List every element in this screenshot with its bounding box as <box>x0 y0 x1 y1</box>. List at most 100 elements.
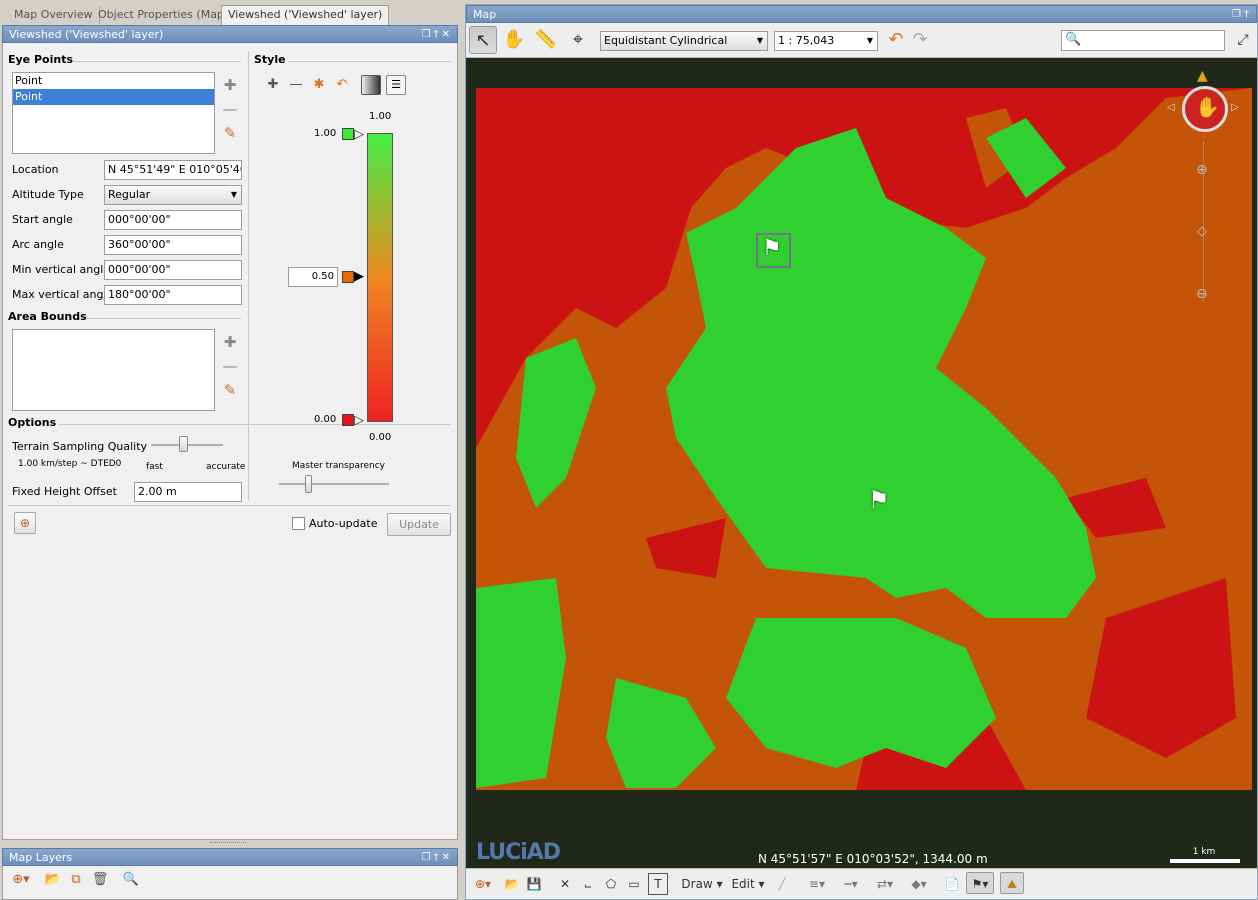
reset-stop-icon[interactable]: ✱ <box>310 76 328 94</box>
gradient-mode-icon[interactable] <box>361 75 381 95</box>
stepped-mode-icon[interactable]: ☰ <box>386 75 406 95</box>
open-icon[interactable]: 📂 <box>502 873 522 895</box>
max-vertical-angle-field[interactable]: 180°00'00" <box>104 285 242 305</box>
ruler-tool-icon[interactable]: 📏 <box>532 26 560 54</box>
area-bounds-list[interactable] <box>12 329 215 411</box>
import-layer-icon[interactable]: ⧉ <box>67 871 85 889</box>
section-divider <box>8 505 451 506</box>
draw-menu[interactable]: Draw ▾ <box>680 873 724 895</box>
open-layer-icon[interactable]: 📂 <box>44 871 62 889</box>
color-gradient-bar <box>367 133 393 422</box>
north-arrow-icon[interactable]: ▲ <box>1197 68 1208 84</box>
select-tool-icon[interactable]: ↖ <box>469 26 497 54</box>
add-layer-icon[interactable]: ⊕▾ <box>12 871 30 889</box>
text-icon[interactable]: T <box>648 873 668 895</box>
projection-select[interactable]: Equidistant Cylindrical ▼ <box>600 31 768 51</box>
map-layers-panel: ⊕▾ 📂 ⧉ 🗑 🔍 <box>2 866 458 900</box>
splitter-handle[interactable] <box>210 842 246 845</box>
edit-area-bound-icon[interactable]: ✎ <box>222 382 238 398</box>
terrain-sampling-slider[interactable] <box>151 435 223 455</box>
remove-stop-icon[interactable]: — <box>287 76 305 94</box>
eye-point-flag-icon[interactable]: ⚑ <box>868 486 890 514</box>
arrow-style-icon[interactable]: ⇄▾ <box>870 873 900 895</box>
brush-icon[interactable]: ╱ <box>772 873 792 895</box>
slider-track <box>279 483 389 485</box>
list-item[interactable]: Point <box>13 73 214 89</box>
auto-update-checkbox[interactable] <box>292 517 305 530</box>
panel-window-buttons[interactable]: ❐†✕ <box>422 849 453 867</box>
eye-points-list[interactable]: Point Point <box>12 72 215 154</box>
chevron-down-icon: ▼ <box>230 190 237 199</box>
panel-window-buttons[interactable]: ❐†✕ <box>422 26 453 44</box>
eye-point-flag-icon[interactable]: ⚑ <box>762 236 782 261</box>
save-icon[interactable]: 💾 <box>524 873 544 895</box>
remove-eye-point-icon[interactable]: — <box>222 101 238 117</box>
list-item-selected[interactable]: Point <box>13 89 214 105</box>
zoom-out-icon[interactable]: ⊖ <box>1196 286 1208 302</box>
add-eye-point-icon[interactable]: ✚ <box>222 77 238 93</box>
line-style-icon[interactable]: ┅▾ <box>836 873 866 895</box>
stop-mid-marker[interactable]: ▶ <box>354 269 364 284</box>
document-icon[interactable]: 📄 <box>942 873 962 895</box>
undo-icon[interactable]: ↶ <box>333 76 351 94</box>
tab-map-overview[interactable]: Map Overview <box>8 6 100 24</box>
add-area-bound-icon[interactable]: ✚ <box>222 334 238 350</box>
fixed-height-offset-field[interactable]: 2.00 m <box>134 482 242 502</box>
add-stop-icon[interactable]: ✚ <box>264 76 282 94</box>
stop-low-marker[interactable]: ▷ <box>354 413 364 428</box>
fill-icon[interactable]: ◆▾ <box>904 873 934 895</box>
start-angle-field[interactable]: 000°00'00" <box>104 210 242 230</box>
new-layer-icon[interactable]: ⊕▾ <box>470 873 496 895</box>
stop-mid-swatch[interactable] <box>342 271 354 283</box>
terrain-tool-icon[interactable]: ⛰ <box>1000 872 1024 894</box>
location-field[interactable]: N 45°51'49" E 010°05'46" <box>104 160 242 180</box>
stop-low-swatch[interactable] <box>342 414 354 426</box>
edit-menu[interactable]: Edit ▾ <box>728 873 768 895</box>
scale-select[interactable]: 1 : 75,043 ▼ <box>774 31 878 51</box>
polygon-icon[interactable]: ⬠ <box>601 873 621 895</box>
crosshair-tool-icon[interactable]: ⌖ <box>564 26 592 54</box>
rotate-left-icon[interactable]: ◁ <box>1167 102 1175 113</box>
rectangle-icon[interactable]: ▭ <box>624 873 644 895</box>
pan-tool-icon[interactable]: ✋ <box>500 26 528 54</box>
scale-bar-label: 1 km <box>1192 847 1216 857</box>
viewshed-panel-title: Viewshed ('Viewshed' layer) <box>9 28 164 41</box>
arc-angle-field[interactable]: 360°00'00" <box>104 235 242 255</box>
delete-layer-icon[interactable]: 🗑 <box>91 871 109 889</box>
redo-view-icon[interactable]: ↷ <box>906 26 934 54</box>
flag-tool-icon[interactable]: ⚑▾ <box>966 872 994 894</box>
min-vertical-angle-field[interactable]: 000°00'00" <box>104 260 242 280</box>
update-button[interactable]: Update <box>387 513 451 536</box>
search-input[interactable] <box>1084 32 1220 49</box>
stop-high-marker[interactable]: ▷ <box>354 127 364 142</box>
altitude-type-label: Altitude Type <box>12 188 84 201</box>
delete-icon[interactable]: ✕ <box>556 873 574 895</box>
stop-high-swatch[interactable] <box>342 128 354 140</box>
zoom-in-icon[interactable]: ⊕ <box>1196 162 1208 178</box>
rotate-right-icon[interactable]: ▷ <box>1231 102 1239 113</box>
pan-hand-icon[interactable]: ✋ <box>1195 95 1220 119</box>
search-box[interactable]: 🔍 <box>1061 30 1225 51</box>
edit-eye-point-icon[interactable]: ✎ <box>222 125 238 141</box>
stop-mid-value-field[interactable]: 0.50 <box>288 267 338 287</box>
compass-ring[interactable]: ✋ <box>1182 86 1228 132</box>
tab-object-properties[interactable]: Object Properties (Map) <box>92 6 236 24</box>
zoom-to-layer-icon[interactable]: 🔍 <box>122 871 140 889</box>
zoom-handle-icon[interactable]: ◇ <box>1197 224 1207 239</box>
fullscreen-icon[interactable]: ⤢ <box>1229 26 1257 54</box>
master-transparency-label: Master transparency <box>292 461 385 471</box>
map-canvas[interactable]: ⚑ ⚑ ▲ ✋ ◁ ▷ ⊕ ◇ ⊖ LUCiAD N 45°51'57" E 0… <box>466 58 1257 868</box>
polyline-icon[interactable]: ⨽ <box>578 873 598 895</box>
chevron-down-icon: ▼ <box>756 36 763 45</box>
panel-window-buttons[interactable]: ❐† <box>1232 6 1252 24</box>
slider-thumb[interactable] <box>305 475 312 493</box>
slider-thumb[interactable] <box>179 436 188 452</box>
remove-area-bound-icon[interactable]: — <box>222 358 238 374</box>
stop-low-value: 0.00 <box>314 414 337 425</box>
tab-viewshed[interactable]: Viewshed ('Viewshed' layer) <box>221 5 390 25</box>
master-transparency-slider[interactable] <box>279 474 389 494</box>
viewshed-panel: Eye Points Point Point ✚ — ✎ Location N … <box>2 43 458 840</box>
line-width-icon[interactable]: ≡▾ <box>802 873 832 895</box>
add-viewshed-layer-icon[interactable]: ⊕ <box>14 512 36 534</box>
altitude-type-select[interactable]: Regular ▼ <box>104 185 242 205</box>
